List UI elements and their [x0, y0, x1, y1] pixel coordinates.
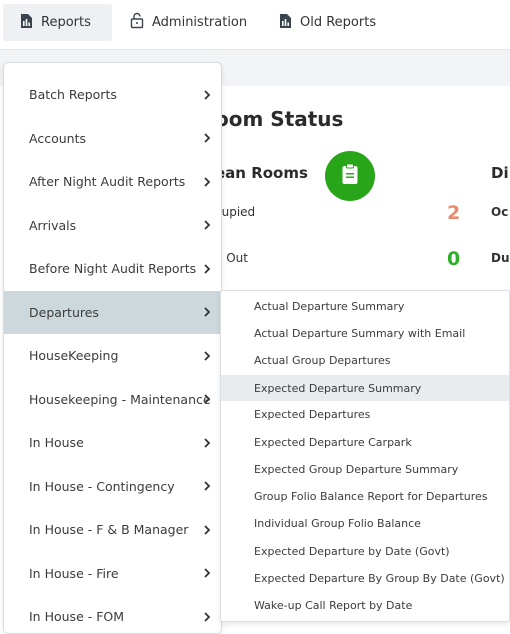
menu-item-in-house-fom[interactable]: In House - FOM [4, 595, 221, 633]
menu-item-in-house[interactable]: In House [4, 421, 221, 464]
submenu-item[interactable]: Individual Group Folio Balance [221, 510, 509, 536]
menu-item-housekeeping[interactable]: HouseKeeping [4, 334, 221, 377]
submenu-item[interactable]: Expected Departure By Group By Date (Gov… [221, 565, 509, 591]
tab-reports[interactable]: Reports [3, 4, 112, 41]
tab-label: Old Reports [300, 15, 377, 30]
menu-item-label: Arrivals [29, 217, 77, 233]
section-heading-clean-rooms: ean Rooms [215, 164, 308, 182]
chevron-right-icon [203, 73, 211, 116]
menu-item-label: Before Night Audit Reports [29, 261, 197, 276]
menu-item-label: Departures [29, 304, 99, 320]
tab-administration[interactable]: Administration [129, 4, 259, 41]
menu-item-after-night-audit[interactable]: After Night Audit Reports [4, 160, 221, 203]
menu-item-in-house-fire[interactable]: In House - Fire [4, 552, 221, 595]
submenu-item[interactable]: Actual Group Departures [221, 347, 509, 373]
menu-item-label: In House [29, 435, 84, 450]
menu-item-departures[interactable]: Departures [4, 290, 221, 334]
submenu-item[interactable]: Expected Group Departure Summary [221, 456, 509, 482]
menu-item-label: Housekeeping - Maintenance [29, 391, 211, 407]
menu-item-accounts[interactable]: Accounts [4, 117, 221, 160]
chevron-right-icon [203, 378, 211, 421]
tab-label: Administration [152, 15, 248, 30]
submenu-item[interactable]: Actual Departure Summary [221, 293, 509, 319]
menu-item-label: After Night Audit Reports [29, 174, 186, 189]
chevron-right-icon [203, 204, 211, 247]
clipboard-badge [325, 151, 375, 201]
section-heading-next: Di [491, 164, 509, 182]
menu-item-label: In House - Contingency [29, 478, 175, 494]
menu-item-housekeeping-maintenance[interactable]: Housekeeping - Maintenance [4, 378, 221, 421]
submenu-item[interactable]: Expected Departure by Date (Govt) [221, 538, 509, 564]
chevron-right-icon [203, 595, 211, 633]
departures-submenu: Actual Departure Summary Actual Departur… [220, 290, 510, 622]
menu-item-in-house-contingency[interactable]: In House - Contingency [4, 465, 221, 508]
chevron-right-icon [203, 508, 211, 551]
chevron-right-icon [203, 421, 211, 464]
chevron-right-icon [203, 247, 211, 290]
due-out-count: 0 [447, 248, 461, 270]
menu-item-batch-reports[interactable]: Batch Reports [4, 73, 221, 116]
chevron-right-icon [203, 117, 211, 160]
unlock-icon [130, 12, 144, 33]
report-file-icon [20, 13, 33, 33]
chevron-right-icon [203, 160, 211, 203]
submenu-item[interactable]: Wake-up Call Report by Date [221, 592, 509, 618]
reports-dropdown-menu: Batch Reports Accounts After Night Audit… [3, 62, 222, 634]
tab-old-reports[interactable]: Old Reports [279, 4, 399, 41]
submenu-item-highlighted[interactable]: Expected Departure Summary [221, 375, 509, 401]
chevron-right-icon [203, 465, 211, 508]
clipboard-icon [341, 163, 359, 189]
right-row-label: Du [491, 251, 510, 265]
menu-item-in-house-fb-manager[interactable]: In House - F & B Manager [4, 508, 221, 551]
menu-item-label: In House - F & B Manager [29, 522, 189, 537]
menu-item-label: HouseKeeping [29, 348, 119, 363]
menu-item-label: Accounts [29, 130, 86, 146]
menu-item-label: In House - Fire [29, 565, 119, 581]
top-nav: Reports Administration Old Reports [0, 0, 510, 48]
page-title: oom Status [215, 107, 344, 131]
menu-item-before-night-audit[interactable]: Before Night Audit Reports [4, 247, 221, 290]
submenu-item[interactable]: Actual Departure Summary with Email [221, 320, 509, 346]
submenu-item[interactable]: Expected Departure Carpark [221, 429, 509, 455]
chevron-right-icon [203, 291, 211, 334]
submenu-item[interactable]: Expected Departures [221, 401, 509, 427]
occupied-count: 2 [447, 202, 461, 224]
tab-label: Reports [41, 15, 91, 30]
menu-item-label: Batch Reports [29, 87, 117, 102]
chevron-right-icon [203, 552, 211, 595]
report-file-icon [279, 13, 292, 33]
chevron-right-icon [203, 334, 211, 377]
menu-item-arrivals[interactable]: Arrivals [4, 204, 221, 247]
right-row-label: Oc [491, 205, 509, 219]
submenu-item[interactable]: Group Folio Balance Report for Departure… [221, 483, 509, 509]
